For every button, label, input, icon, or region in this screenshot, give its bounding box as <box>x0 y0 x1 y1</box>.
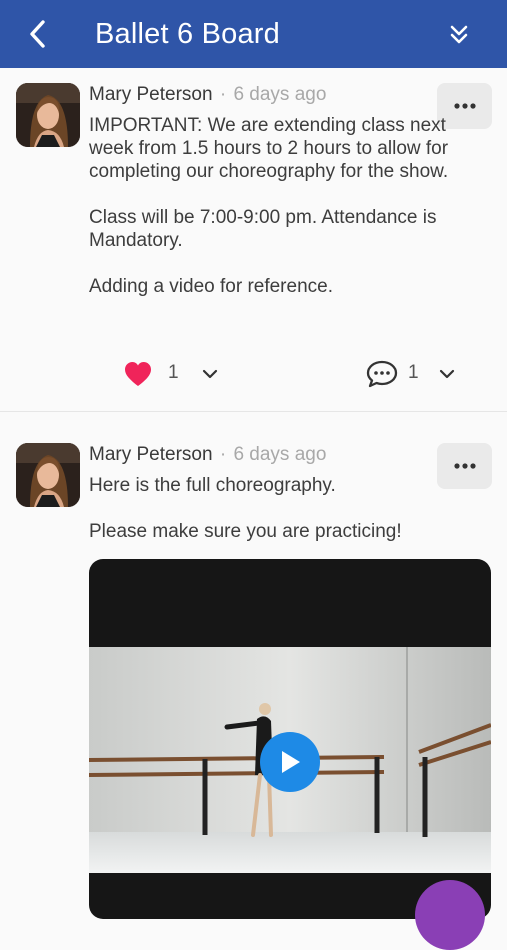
more-horizontal-icon <box>453 463 476 469</box>
comment-count: 1 <box>408 362 419 383</box>
chevron-down-icon <box>439 369 455 379</box>
post-paragraph: IMPORTANT: We are extending class next w… <box>89 115 449 182</box>
comment-bubble-icon <box>366 360 398 388</box>
post-meta: Mary Peterson · 6 days ago <box>89 443 326 467</box>
avatar-image <box>16 443 80 507</box>
post-paragraph: Adding a video for reference. <box>89 276 333 297</box>
chevron-down-icon <box>202 369 218 379</box>
avatar[interactable] <box>16 443 80 507</box>
post-paragraph: Class will be 7:00-9:00 pm. Attendance i… <box>89 207 437 251</box>
chevron-left-icon <box>30 20 45 48</box>
post-meta: Mary Peterson · 6 days ago <box>89 83 326 107</box>
meta-separator: · <box>219 84 227 105</box>
meta-separator: · <box>219 444 227 465</box>
app-header: Ballet 6 Board <box>0 0 507 68</box>
heart-icon <box>125 362 151 386</box>
author-name[interactable]: Mary Peterson <box>89 84 213 105</box>
back-button[interactable] <box>16 12 60 56</box>
comments-expand-button[interactable] <box>434 362 460 386</box>
post-body: IMPORTANT: We are extending class next w… <box>89 114 489 298</box>
play-button[interactable] <box>260 732 320 792</box>
like-count: 1 <box>168 362 179 383</box>
post-time: 6 days ago <box>233 444 327 465</box>
double-chevron-down-icon <box>450 25 468 44</box>
comment-button[interactable] <box>364 359 400 389</box>
play-icon <box>282 751 300 773</box>
avatar[interactable] <box>16 83 80 147</box>
post-paragraph: Please make sure you are practicing! <box>89 521 402 542</box>
page-title: Ballet 6 Board <box>95 18 280 50</box>
avatar-image <box>16 83 80 147</box>
post-paragraph: Here is the full choreography. <box>89 475 336 496</box>
post-actions: 1 1 <box>0 356 507 392</box>
post-card: Mary Peterson · 6 days ago Here is the f… <box>0 412 507 919</box>
post-time: 6 days ago <box>233 84 327 105</box>
author-name[interactable]: Mary Peterson <box>89 444 213 465</box>
floating-action-button[interactable] <box>415 880 485 950</box>
like-button[interactable] <box>122 360 154 388</box>
video-attachment[interactable] <box>89 559 491 919</box>
post-body: Here is the full choreography. Please ma… <box>89 474 489 543</box>
collapse-button[interactable] <box>439 14 479 54</box>
likes-expand-button[interactable] <box>197 362 223 386</box>
more-horizontal-icon <box>453 103 476 109</box>
post-card: Mary Peterson · 6 days ago IMPORTANT: We… <box>0 68 507 412</box>
